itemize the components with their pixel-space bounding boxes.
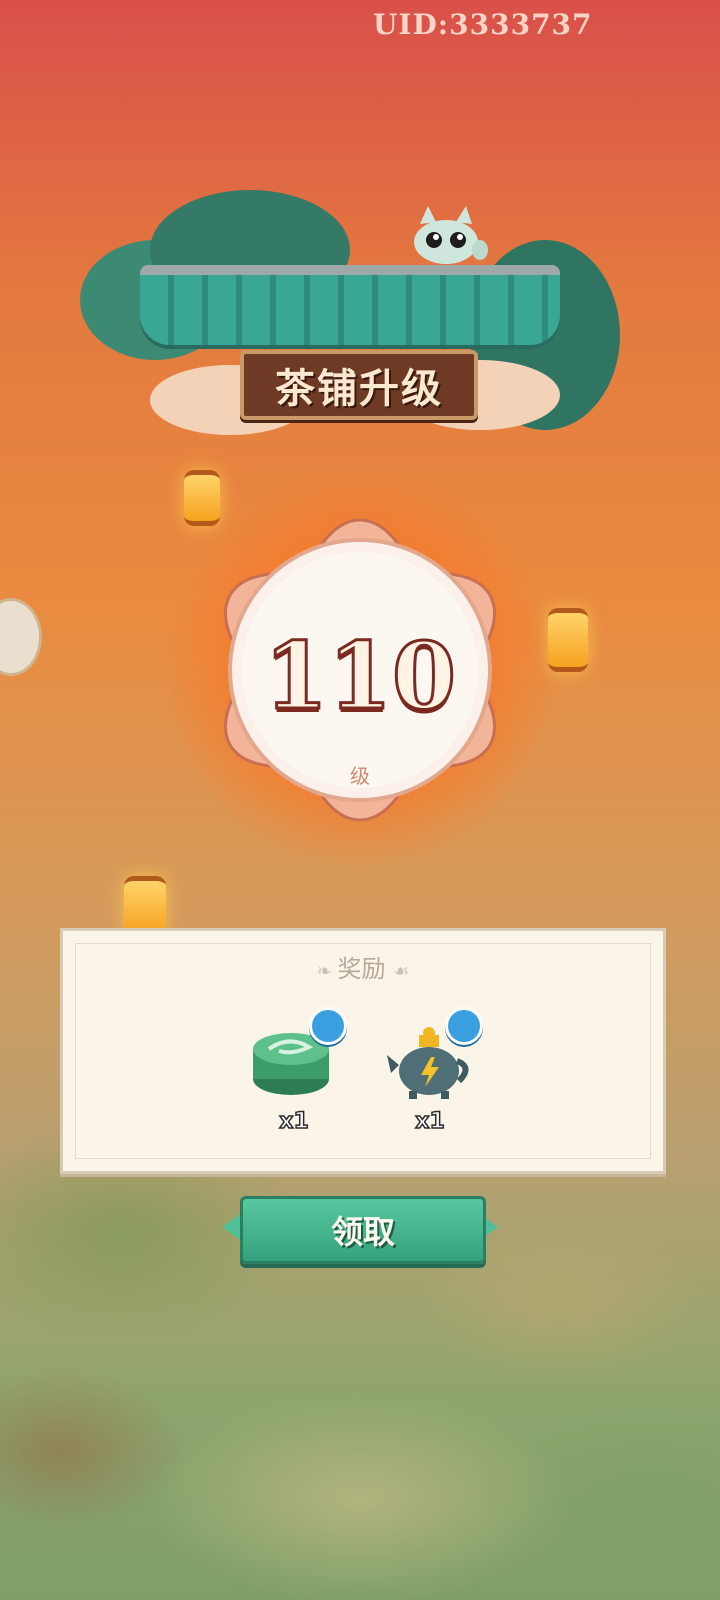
shop-level-number: 110 <box>262 621 457 732</box>
tea-shop-roof <box>140 265 560 345</box>
cat-mascot-icon <box>414 206 488 264</box>
floating-lantern <box>548 608 588 672</box>
zoom-magnifier-icon[interactable] <box>445 1007 483 1045</box>
claim-button-label: 领取 <box>330 1213 395 1251</box>
reward-panel: ❧ 奖励 ☙ x1 x1 <box>60 928 666 1174</box>
claim-button[interactable]: 领取 <box>240 1196 486 1264</box>
reward-quantity: x1 <box>279 1108 310 1135</box>
title-sign: 茶铺升级 <box>240 350 478 420</box>
reward-title-text: 奖励 <box>337 955 386 983</box>
reward-title: ❧ 奖励 ☙ <box>63 949 663 984</box>
level-unit-label: 级 <box>350 764 370 788</box>
ornament-left-icon: ❧ <box>316 961 338 982</box>
zoom-magnifier-icon[interactable] <box>309 1007 347 1045</box>
uid-label: UID:3333737 <box>373 8 593 41</box>
reward-item[interactable]: x1 <box>385 1007 483 1141</box>
title-text: 茶铺升级 <box>275 365 443 412</box>
title-banner: 茶铺升级 <box>70 170 630 450</box>
ornament-right-icon: ☙ <box>393 961 410 982</box>
side-avatar[interactable] <box>0 598 42 676</box>
reward-quantity: x1 <box>415 1108 446 1135</box>
reward-item[interactable]: x1 <box>249 1007 347 1141</box>
